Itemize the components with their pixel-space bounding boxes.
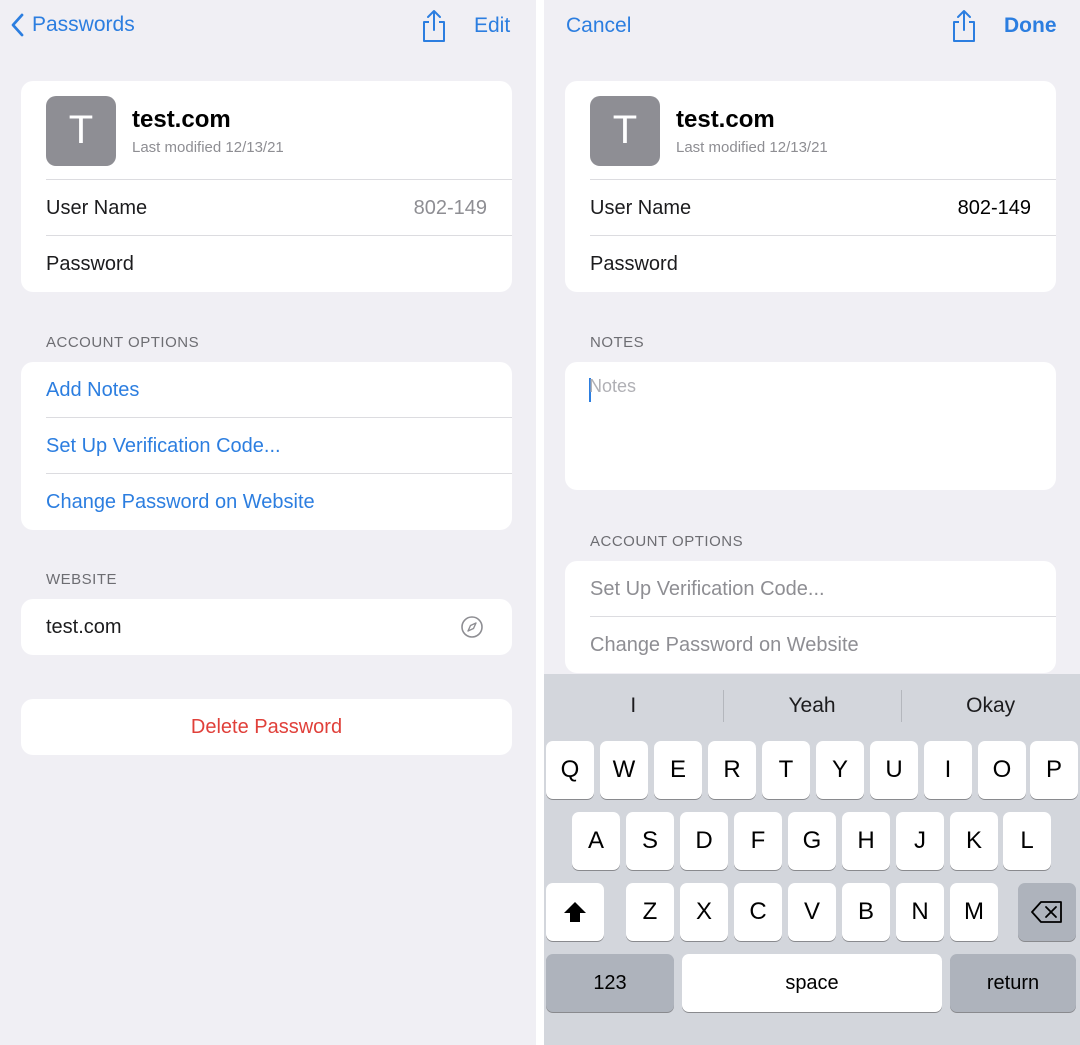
done-button[interactable]: Done [1004, 14, 1057, 38]
username-value: 802-149 [957, 197, 1031, 219]
key-m[interactable]: M [950, 883, 998, 941]
account-options-heading: ACCOUNT OPTIONS [590, 533, 744, 550]
account-card: T test.com Last modified 12/13/21 User N… [21, 81, 512, 292]
shift-key[interactable] [546, 883, 604, 941]
edit-button[interactable]: Edit [474, 14, 510, 38]
share-button[interactable] [950, 8, 978, 49]
password-label: Password [590, 252, 678, 275]
space-key[interactable]: space [682, 954, 942, 1012]
username-row[interactable]: User Name 802-149 [21, 180, 512, 236]
key-y[interactable]: Y [816, 741, 864, 799]
panel-divider [536, 0, 544, 1045]
suggestion-1[interactable]: I [544, 674, 723, 738]
change-password-button[interactable]: Change Password on Website [21, 474, 512, 530]
site-avatar: T [46, 95, 116, 166]
delete-backspace-icon [1031, 901, 1062, 923]
website-value: test.com [46, 615, 122, 638]
change-password-label: Change Password on Website [590, 633, 859, 656]
share-icon [953, 10, 975, 42]
key-s[interactable]: S [626, 812, 674, 870]
navigation-bar: Cancel Done [544, 0, 1080, 56]
key-x[interactable]: X [680, 883, 728, 941]
key-v[interactable]: V [788, 883, 836, 941]
key-u[interactable]: U [870, 741, 918, 799]
back-button[interactable]: Passwords [10, 13, 135, 37]
suggestion-3[interactable]: Okay [901, 674, 1080, 738]
verification-code-button[interactable]: Set Up Verification Code... [21, 418, 512, 474]
change-password-button[interactable]: Change Password on Website [565, 617, 1056, 673]
key-g[interactable]: G [788, 812, 836, 870]
verification-code-button[interactable]: Set Up Verification Code... [565, 561, 1056, 617]
password-edit-screen: Cancel Done T test.com Last modified 12/… [544, 0, 1080, 1045]
account-options-card: Add Notes Set Up Verification Code... Ch… [21, 362, 512, 530]
key-b[interactable]: B [842, 883, 890, 941]
key-w[interactable]: W [600, 741, 648, 799]
site-avatar: T [590, 95, 660, 166]
key-i[interactable]: I [924, 741, 972, 799]
delete-card: Delete Password [21, 699, 512, 755]
website-row[interactable]: test.com [21, 599, 512, 655]
key-q[interactable]: Q [546, 741, 594, 799]
password-detail-screen: Passwords Edit T test.com Last modified … [0, 0, 536, 1045]
website-card: test.com [21, 599, 512, 655]
notes-heading: NOTES [590, 334, 645, 351]
key-d[interactable]: D [680, 812, 728, 870]
key-p[interactable]: P [1030, 741, 1078, 799]
change-password-label: Change Password on Website [46, 490, 315, 513]
notes-box [565, 362, 1056, 490]
cancel-button[interactable]: Cancel [566, 14, 631, 38]
key-l[interactable]: L [1003, 812, 1051, 870]
username-label: User Name [590, 196, 692, 219]
notes-input[interactable] [589, 376, 1029, 397]
key-k[interactable]: K [950, 812, 998, 870]
compass-icon[interactable] [460, 615, 484, 639]
add-notes-button[interactable]: Add Notes [21, 362, 512, 418]
verification-code-label: Set Up Verification Code... [590, 577, 825, 600]
backspace-key[interactable] [1018, 883, 1076, 941]
website-heading: WEBSITE [46, 571, 118, 588]
username-label: User Name [46, 196, 148, 219]
account-options-card: Set Up Verification Code... Change Passw… [565, 561, 1056, 673]
key-r[interactable]: R [708, 741, 756, 799]
shift-icon [564, 902, 586, 922]
share-button[interactable] [420, 8, 448, 49]
suggestion-2[interactable]: Yeah [722, 674, 902, 738]
account-card: T test.com Last modified 12/13/21 User N… [565, 81, 1056, 292]
username-row[interactable]: User Name 802-149 [565, 180, 1056, 236]
last-modified: Last modified 12/13/21 [676, 138, 828, 156]
keyboard: I Yeah Okay Q W E R T Y U I O P A S D F … [544, 674, 1080, 1045]
delete-password-button[interactable]: Delete Password [21, 699, 512, 755]
username-value: 802-149 [413, 197, 487, 219]
key-j[interactable]: J [896, 812, 944, 870]
key-z[interactable]: Z [626, 883, 674, 941]
key-f[interactable]: F [734, 812, 782, 870]
password-label: Password [46, 252, 134, 275]
back-button-label: Passwords [32, 13, 135, 36]
key-a[interactable]: A [572, 812, 620, 870]
numbers-key[interactable]: 123 [546, 954, 674, 1012]
key-t[interactable]: T [762, 741, 810, 799]
site-header: T test.com Last modified 12/13/21 [21, 81, 512, 180]
verification-code-label: Set Up Verification Code... [46, 434, 281, 457]
password-row[interactable]: Password [565, 236, 1056, 292]
suggestion-bar: I Yeah Okay [544, 674, 1080, 738]
account-options-heading: ACCOUNT OPTIONS [46, 334, 200, 351]
add-notes-label: Add Notes [46, 378, 140, 401]
return-key[interactable]: return [950, 954, 1076, 1012]
password-row[interactable]: Password [21, 236, 512, 292]
key-e[interactable]: E [654, 741, 702, 799]
key-h[interactable]: H [842, 812, 890, 870]
key-c[interactable]: C [734, 883, 782, 941]
site-title: test.com [676, 105, 775, 133]
site-title: test.com [132, 105, 231, 133]
site-header: T test.com Last modified 12/13/21 [565, 81, 1056, 180]
key-n[interactable]: N [896, 883, 944, 941]
key-o[interactable]: O [978, 741, 1026, 799]
last-modified: Last modified 12/13/21 [132, 138, 284, 156]
share-icon [423, 10, 445, 42]
chevron-left-icon [11, 13, 24, 37]
navigation-bar: Passwords Edit [0, 0, 536, 56]
